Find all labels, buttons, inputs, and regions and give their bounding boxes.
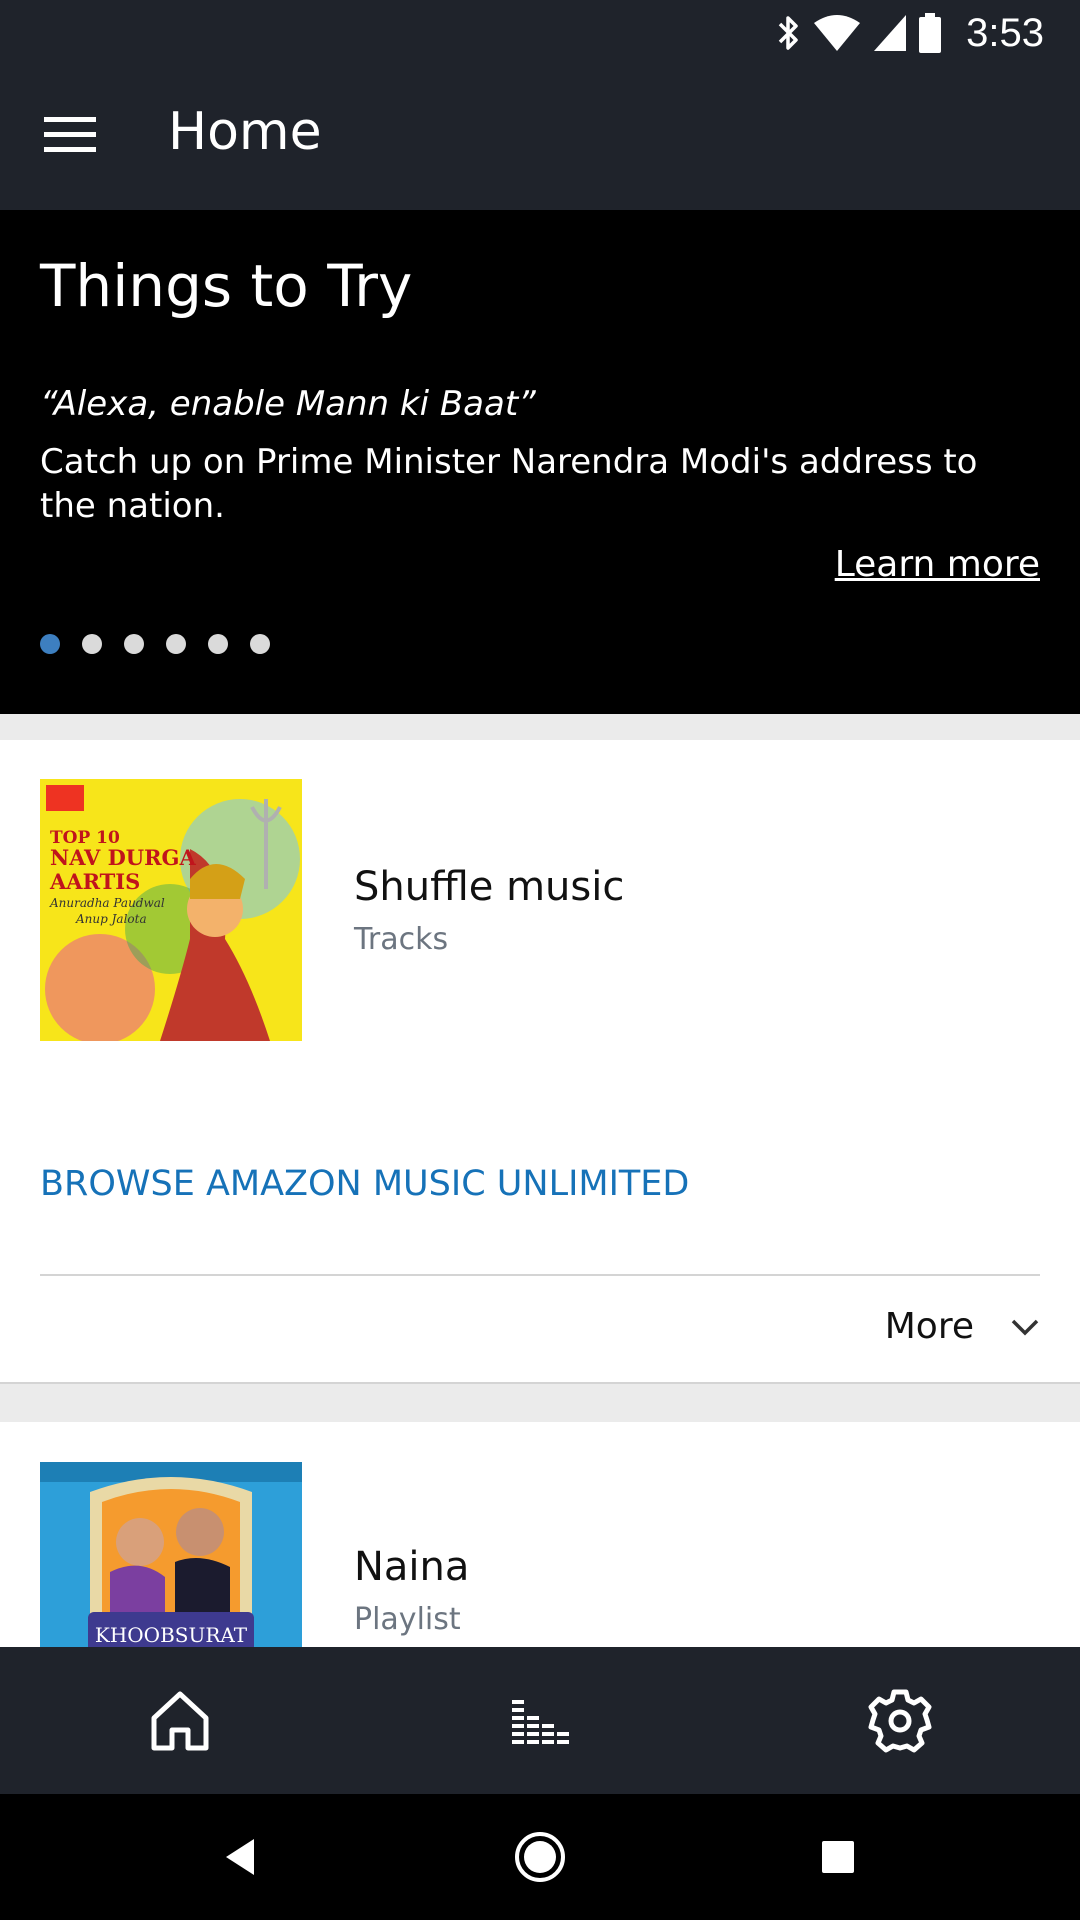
system-home-button[interactable] [490,1814,590,1900]
carousel-description: Catch up on Prime Minister Narendra Modi… [40,442,978,526]
home-circle-icon [515,1832,565,1882]
shuffle-music-title[interactable]: Shuffle music [354,864,624,910]
nav-home-button[interactable] [110,1647,250,1794]
battery-icon [919,13,942,53]
carousel-quote: “Alexa, enable Mann ki Baat” [40,384,536,424]
hamburger-menu-icon[interactable] [44,115,96,155]
naina-subtitle: Playlist [354,1602,461,1637]
system-back-button[interactable] [190,1814,290,1900]
bottom-navigation [0,1647,1080,1794]
shuffle-music-subtitle: Tracks [354,922,449,957]
carousel-dot-6[interactable] [250,634,270,654]
naina-title[interactable]: Naina [354,1544,469,1590]
cover-text-line2: NAV DURGA [50,845,196,870]
chevron-down-icon [1011,1319,1039,1335]
learn-more-link[interactable]: Learn more [835,544,1040,585]
cover-text-line3: AARTIS [49,869,140,894]
nav-settings-button[interactable] [830,1647,970,1794]
more-button[interactable]: More [885,1306,1040,1347]
carousel-heading: Things to Try [40,252,413,320]
carousel-dot-4[interactable] [166,634,186,654]
bluetooth-icon [778,16,798,50]
equalizer-icon [512,1699,569,1744]
carousel-dot-5[interactable] [208,634,228,654]
naina-playlist-card: KHOOBSURAT Naina Playlist [0,1422,1080,1647]
carousel-pagination [40,634,270,654]
album-cover-nav-durga[interactable]: TOP 10 NAV DURGA AARTIS Anuradha Paudwal… [40,779,302,1041]
more-label: More [884,1306,974,1347]
back-triangle-icon [226,1839,254,1875]
carousel-dot-2[interactable] [82,634,102,654]
card-divider [40,1274,1040,1276]
nav-music-button[interactable] [470,1647,610,1794]
carousel-dot-1[interactable] [40,634,60,654]
settings-gear-icon [868,1689,932,1752]
recents-square-icon [822,1841,854,1873]
browse-amazon-music-link[interactable]: BROWSE AMAZON MUSIC UNLIMITED [40,1164,689,1204]
status-time: 3:53 [966,10,1044,55]
shuffle-music-card: TOP 10 NAV DURGA AARTIS Anuradha Paudwal… [0,740,1080,1384]
cover-text-line5: Anup Jalota [75,912,147,926]
wifi-icon [814,15,861,51]
system-navigation-bar [0,1794,1080,1920]
status-bar: 3:53 [0,0,1080,66]
home-icon [151,1691,209,1750]
system-recents-button[interactable] [788,1814,888,1900]
cover-text-line4: Anuradha Paudwal [49,896,165,910]
carousel-dot-3[interactable] [124,634,144,654]
cell-signal-icon [874,15,907,51]
cover-title-text: KHOOBSURAT [95,1623,248,1647]
album-cover-khoobsurat[interactable]: KHOOBSURAT [40,1462,302,1647]
page-title: Home [168,102,322,162]
things-to-try-carousel[interactable]: Things to Try “Alexa, enable Mann ki Baa… [0,210,1080,714]
app-bar: Home [0,66,1080,210]
